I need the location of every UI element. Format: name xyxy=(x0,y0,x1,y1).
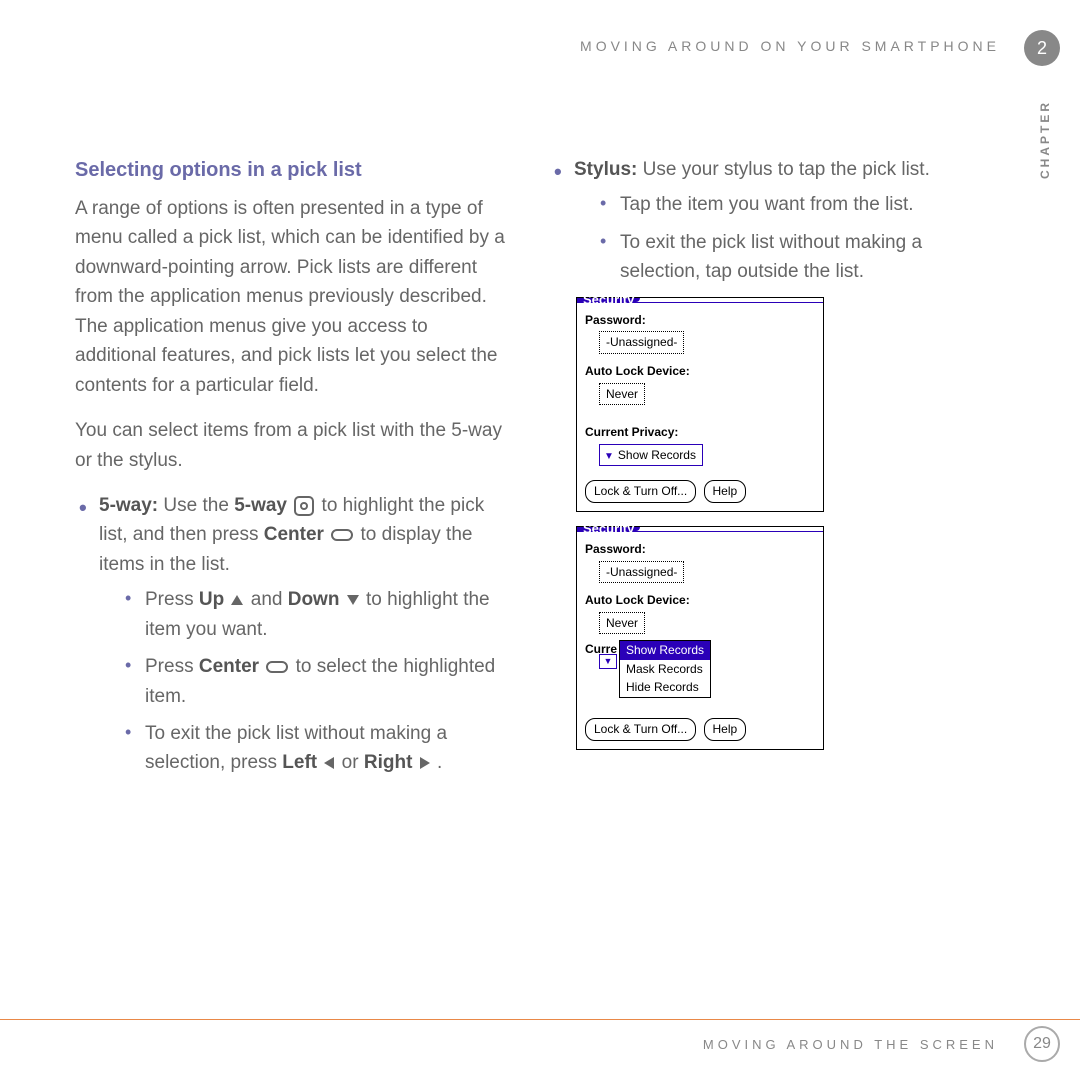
sub-bullet: Press Up and Down to highlight the item … xyxy=(125,585,510,644)
palm-lock-button[interactable]: Lock & Turn Off... xyxy=(585,718,696,741)
bold-text: Down xyxy=(288,589,340,610)
palm-app-title: Security xyxy=(577,298,640,302)
text: . xyxy=(432,752,443,773)
palm-app-title: Security xyxy=(577,527,640,531)
palm-autolock-field[interactable]: Never xyxy=(599,612,645,635)
palm-autolock-label: Auto Lock Device: xyxy=(585,591,815,610)
down-arrow-icon xyxy=(347,595,359,605)
text: Use your stylus to tap the pick list. xyxy=(637,159,930,180)
bold-text: Center xyxy=(199,656,259,677)
right-column: Stylus: Use your stylus to tap the pick … xyxy=(550,155,985,788)
center-button-icon xyxy=(266,661,288,673)
dropdown-arrow-icon: ▼ xyxy=(604,451,614,462)
palm-picklist-arrow[interactable]: ▼ xyxy=(599,654,617,669)
footer-section-title: MOVING AROUND THE SCREEN xyxy=(703,1037,998,1052)
bold-label: 5-way: xyxy=(99,495,158,516)
sub-bullet: Press Center to select the highlighted i… xyxy=(125,652,510,711)
text: or xyxy=(336,752,363,773)
right-arrow-icon xyxy=(420,757,430,769)
left-arrow-icon xyxy=(324,757,334,769)
running-header: MOVING AROUND ON YOUR SMARTPHONE xyxy=(580,38,1000,54)
dropdown-arrow-icon: ▼ xyxy=(604,655,613,669)
palm-help-button[interactable]: Help xyxy=(704,718,747,741)
bold-text: Center xyxy=(264,524,324,545)
bold-text: Up xyxy=(199,589,224,610)
text: Press xyxy=(145,589,199,610)
paragraph: A range of options is often presented in… xyxy=(75,194,510,400)
palm-password-field[interactable]: -Unassigned- xyxy=(599,561,684,584)
bullet-5way: 5-way: Use the 5-way to highlight the pi… xyxy=(75,491,510,778)
text: Use the xyxy=(158,495,234,516)
paragraph: You can select items from a pick list wi… xyxy=(75,416,510,475)
fiveway-icon xyxy=(294,496,314,516)
chapter-number-badge: 2 xyxy=(1024,30,1060,66)
palm-privacy-picklist[interactable]: ▼ Show Records xyxy=(599,444,703,467)
bold-text: Right xyxy=(364,752,413,773)
palm-lock-button[interactable]: Lock & Turn Off... xyxy=(585,480,696,503)
bold-text: 5-way xyxy=(234,495,287,516)
text: Press xyxy=(145,656,199,677)
page-number-badge: 29 xyxy=(1024,1026,1060,1062)
text: and xyxy=(245,589,287,610)
palm-screenshot-closed: Security Password: -Unassigned- Auto Loc… xyxy=(576,297,824,512)
bullet-stylus: Stylus: Use your stylus to tap the pick … xyxy=(550,155,985,287)
sub-bullet: To exit the pick list without making a s… xyxy=(600,228,985,287)
picklist-option[interactable]: Mask Records xyxy=(620,660,710,679)
palm-autolock-field[interactable]: Never xyxy=(599,383,645,406)
bold-label: Stylus: xyxy=(574,159,637,180)
palm-help-button[interactable]: Help xyxy=(704,480,747,503)
content-area: Selecting options in a pick list A range… xyxy=(75,155,985,788)
section-heading: Selecting options in a pick list xyxy=(75,155,510,186)
sub-bullet: To exit the pick list without making a s… xyxy=(125,719,510,778)
picklist-value: Show Records xyxy=(618,448,696,462)
palm-password-label: Password: xyxy=(585,540,815,559)
picklist-option-selected[interactable]: Show Records xyxy=(620,641,710,660)
picklist-option[interactable]: Hide Records xyxy=(620,678,710,697)
palm-autolock-label: Auto Lock Device: xyxy=(585,362,815,381)
center-button-icon xyxy=(331,529,353,541)
bold-text: Left xyxy=(282,752,317,773)
up-arrow-icon xyxy=(231,595,243,605)
left-column: Selecting options in a pick list A range… xyxy=(75,155,510,788)
palm-password-label: Password: xyxy=(585,311,815,330)
palm-password-field[interactable]: -Unassigned- xyxy=(599,331,684,354)
palm-picklist-menu[interactable]: Show Records Mask Records Hide Records xyxy=(619,640,711,698)
chapter-label-vertical: CHAPTER xyxy=(1038,100,1052,179)
footer-rule xyxy=(0,1019,1080,1020)
palm-screenshot-open: Security Password: -Unassigned- Auto Loc… xyxy=(576,526,824,750)
sub-bullet: Tap the item you want from the list. xyxy=(600,190,985,219)
palm-privacy-label: Current Privacy: xyxy=(585,423,815,442)
